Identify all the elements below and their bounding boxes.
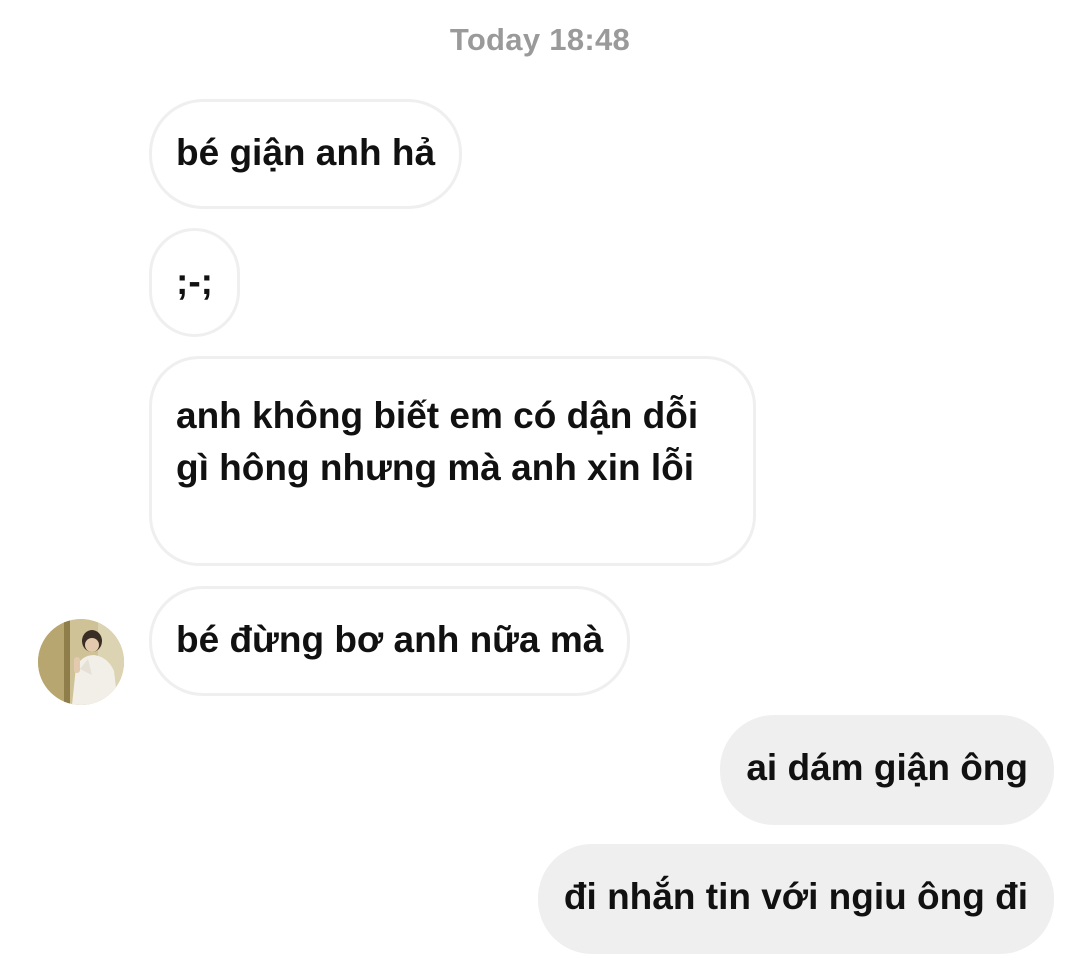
outgoing-message-bubble[interactable]: ai dám giận ông xyxy=(720,715,1054,825)
contact-photo xyxy=(38,619,124,705)
incoming-message-bubble[interactable]: ;-; xyxy=(149,228,240,337)
outgoing-message-bubble[interactable]: đi nhắn tin với ngiu ông đi xyxy=(537,844,1054,954)
contact-avatar[interactable] xyxy=(38,619,124,705)
incoming-message-bubble[interactable]: anh không biết em có dận dỗi gì hông như… xyxy=(149,356,756,566)
incoming-message-bubble[interactable]: bé đừng bơ anh nữa mà xyxy=(149,586,631,696)
incoming-message-bubble[interactable]: bé giận anh hả xyxy=(149,99,463,209)
message-timestamp: Today 18:48 xyxy=(449,22,631,57)
